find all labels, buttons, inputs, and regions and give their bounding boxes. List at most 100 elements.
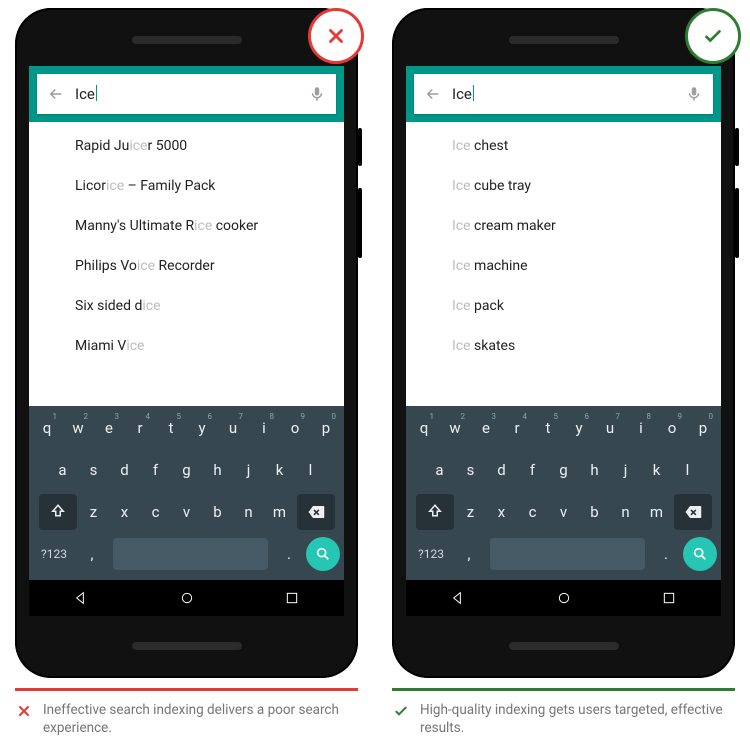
comma-key[interactable]: , xyxy=(78,536,106,572)
key-c[interactable]: c xyxy=(519,494,547,530)
comma-key[interactable]: , xyxy=(455,536,483,572)
key-f[interactable]: f xyxy=(519,452,547,488)
symbols-key[interactable]: ?123 xyxy=(33,536,75,572)
key-a[interactable]: a xyxy=(426,452,454,488)
suggestion-item[interactable]: Ice cube tray xyxy=(406,166,721,206)
good-badge xyxy=(685,8,741,64)
key-i[interactable]: 8i xyxy=(627,410,655,446)
suggestion-item[interactable]: Manny's Ultimate Rice cooker xyxy=(29,206,344,246)
keyboard: 1q 2w 3e 4r 5t 6y 7u 8i 9o 0p a s xyxy=(406,406,721,580)
key-k[interactable]: k xyxy=(266,452,294,488)
key-r[interactable]: 4r xyxy=(126,410,154,446)
shift-key[interactable] xyxy=(416,494,454,530)
key-m[interactable]: m xyxy=(643,494,671,530)
suggestion-item[interactable]: Licorice – Family Pack xyxy=(29,166,344,206)
search-input[interactable]: Ice xyxy=(452,85,474,103)
key-p[interactable]: 0p xyxy=(689,410,717,446)
key-l[interactable]: l xyxy=(297,452,325,488)
search-key[interactable] xyxy=(306,537,340,571)
key-t[interactable]: 5t xyxy=(157,410,185,446)
suggestion-item[interactable]: Ice chest xyxy=(406,126,721,166)
nav-home-icon[interactable] xyxy=(556,590,572,606)
key-u[interactable]: 7u xyxy=(219,410,247,446)
key-v[interactable]: v xyxy=(173,494,201,530)
key-x[interactable]: x xyxy=(488,494,516,530)
key-y[interactable]: 6y xyxy=(188,410,216,446)
phone-speaker-bottom xyxy=(132,642,242,650)
key-l[interactable]: l xyxy=(674,452,702,488)
key-w[interactable]: 2w xyxy=(441,410,469,446)
key-p[interactable]: 0p xyxy=(312,410,340,446)
symbols-key[interactable]: ?123 xyxy=(410,536,452,572)
key-m[interactable]: m xyxy=(266,494,294,530)
key-c[interactable]: c xyxy=(142,494,170,530)
key-e[interactable]: 3e xyxy=(472,410,500,446)
keyboard: 1q 2w 3e 4r 5t 6y 7u 8i 9o 0p a s xyxy=(29,406,344,580)
spacebar[interactable] xyxy=(490,538,645,570)
key-y[interactable]: 6y xyxy=(565,410,593,446)
key-d[interactable]: d xyxy=(111,452,139,488)
search-bar[interactable]: Ice xyxy=(37,74,336,114)
key-n[interactable]: n xyxy=(612,494,640,530)
phone-frame: Ice Rapid Juicer 5000 Licorice – Family … xyxy=(15,8,358,678)
suggestion-item[interactable]: Miami Vice xyxy=(29,326,344,366)
key-o[interactable]: 9o xyxy=(658,410,686,446)
key-g[interactable]: g xyxy=(550,452,578,488)
key-i[interactable]: 8i xyxy=(250,410,278,446)
key-j[interactable]: j xyxy=(235,452,263,488)
key-d[interactable]: d xyxy=(488,452,516,488)
suggestion-item[interactable]: Ice machine xyxy=(406,246,721,286)
suggestion-item[interactable]: Ice skates xyxy=(406,326,721,366)
suggestion-item[interactable]: Six sided dice xyxy=(29,286,344,326)
key-b[interactable]: b xyxy=(204,494,232,530)
volume-button xyxy=(358,188,362,258)
key-h[interactable]: h xyxy=(581,452,609,488)
screen: Ice Ice chest Ice cube tray Ice cream ma… xyxy=(406,66,721,616)
period-key[interactable]: . xyxy=(652,536,680,572)
phone-speaker xyxy=(509,36,619,44)
suggestion-item[interactable]: Rapid Juicer 5000 xyxy=(29,126,344,166)
key-a[interactable]: a xyxy=(49,452,77,488)
key-b[interactable]: b xyxy=(581,494,609,530)
key-n[interactable]: n xyxy=(235,494,263,530)
key-f[interactable]: f xyxy=(142,452,170,488)
key-o[interactable]: 9o xyxy=(281,410,309,446)
backspace-key[interactable] xyxy=(674,494,712,530)
suggestion-item[interactable]: Ice pack xyxy=(406,286,721,326)
key-h[interactable]: h xyxy=(204,452,232,488)
key-s[interactable]: s xyxy=(457,452,485,488)
key-k[interactable]: k xyxy=(643,452,671,488)
key-w[interactable]: 2w xyxy=(64,410,92,446)
key-q[interactable]: 1q xyxy=(33,410,61,446)
nav-recent-icon[interactable] xyxy=(661,590,677,606)
shift-key[interactable] xyxy=(39,494,77,530)
suggestion-item[interactable]: Philips Voice Recorder xyxy=(29,246,344,286)
key-s[interactable]: s xyxy=(80,452,108,488)
mic-icon[interactable] xyxy=(685,85,703,103)
key-z[interactable]: z xyxy=(80,494,108,530)
backspace-key[interactable] xyxy=(297,494,335,530)
nav-back-icon[interactable] xyxy=(451,590,467,606)
key-q[interactable]: 1q xyxy=(410,410,438,446)
nav-back-icon[interactable] xyxy=(74,590,90,606)
period-key[interactable]: . xyxy=(275,536,303,572)
back-icon[interactable] xyxy=(47,85,65,103)
key-g[interactable]: g xyxy=(173,452,201,488)
key-r[interactable]: 4r xyxy=(503,410,531,446)
search-key[interactable] xyxy=(683,537,717,571)
key-u[interactable]: 7u xyxy=(596,410,624,446)
key-z[interactable]: z xyxy=(457,494,485,530)
search-input[interactable]: Ice xyxy=(75,85,97,103)
key-e[interactable]: 3e xyxy=(95,410,123,446)
spacebar[interactable] xyxy=(113,538,268,570)
key-v[interactable]: v xyxy=(550,494,578,530)
key-j[interactable]: j xyxy=(612,452,640,488)
key-t[interactable]: 5t xyxy=(534,410,562,446)
key-x[interactable]: x xyxy=(111,494,139,530)
mic-icon[interactable] xyxy=(308,85,326,103)
suggestion-item[interactable]: Ice cream maker xyxy=(406,206,721,246)
nav-home-icon[interactable] xyxy=(179,590,195,606)
nav-recent-icon[interactable] xyxy=(284,590,300,606)
back-icon[interactable] xyxy=(424,85,442,103)
search-bar[interactable]: Ice xyxy=(414,74,713,114)
